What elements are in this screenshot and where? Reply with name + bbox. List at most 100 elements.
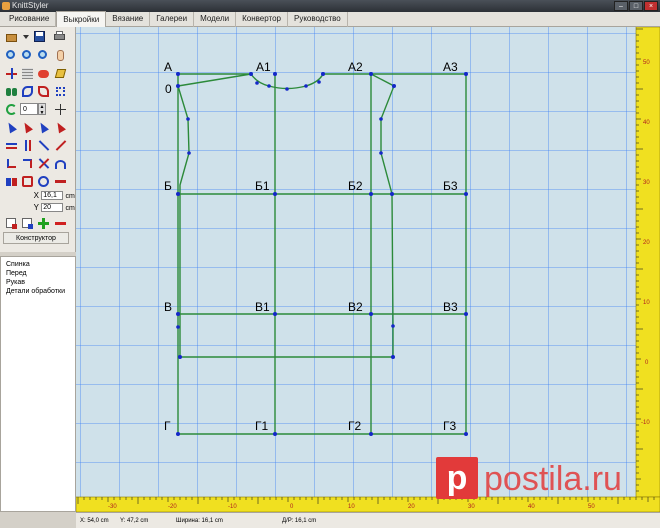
tab-patterns[interactable]: Выкройки: [56, 11, 107, 27]
list-item-front[interactable]: Перед: [6, 269, 70, 278]
split-icon[interactable]: [37, 157, 50, 170]
ruler-bottom-label: 40: [528, 504, 535, 510]
save-icon[interactable]: [33, 30, 46, 43]
select-node-icon[interactable]: [54, 120, 67, 134]
hand-pan-icon[interactable]: [54, 49, 67, 62]
point-neck-2[interactable]: [267, 84, 271, 88]
zoom-out-icon[interactable]: [21, 49, 34, 62]
maximize-button[interactable]: □: [629, 1, 643, 11]
tab-knitting[interactable]: Вязание: [106, 12, 151, 27]
fill-icon[interactable]: [37, 67, 50, 80]
measure-icon[interactable]: [54, 175, 67, 188]
add-icon[interactable]: [37, 217, 50, 230]
x-input[interactable]: 16,1: [41, 191, 64, 201]
grid-icon[interactable]: [21, 67, 34, 80]
line-vertical-icon[interactable]: [21, 139, 34, 152]
select-multi-icon[interactable]: [37, 120, 50, 134]
point-0[interactable]: [176, 84, 180, 88]
point-hem-left[interactable]: [178, 355, 182, 359]
point-armhole-1[interactable]: [186, 117, 190, 121]
point-neck-5[interactable]: [317, 80, 321, 84]
mirror-icon[interactable]: [5, 175, 18, 188]
point-v2[interactable]: [369, 312, 373, 316]
curve-points-icon[interactable]: [21, 85, 34, 98]
point-g3[interactable]: [464, 432, 468, 436]
point-g[interactable]: [176, 432, 180, 436]
tab-converter[interactable]: Конвертор: [236, 12, 288, 27]
point-armhole-4[interactable]: [379, 151, 383, 155]
open-icon[interactable]: [5, 30, 18, 43]
point-b3[interactable]: [464, 192, 468, 196]
point-neck-1[interactable]: [255, 81, 259, 85]
rotation-angle-field[interactable]: 0: [20, 103, 38, 115]
dropdown-arrow-icon[interactable]: [20, 30, 33, 43]
point-b2[interactable]: [369, 192, 373, 196]
point-v-side[interactable]: [391, 324, 395, 328]
list-item-finishing[interactable]: Детали обработки: [6, 287, 70, 296]
edit-part-icon[interactable]: [21, 217, 34, 230]
point-shoulder-right[interactable]: [392, 84, 396, 88]
shape-tool-icon[interactable]: [37, 175, 50, 188]
minimize-button[interactable]: –: [614, 1, 628, 11]
point-v1[interactable]: [273, 312, 277, 316]
zoom-in-icon[interactable]: [5, 49, 18, 62]
point-neck-4[interactable]: [304, 84, 308, 88]
point-hem-right[interactable]: [391, 355, 395, 359]
point-b[interactable]: [176, 192, 180, 196]
arc-icon[interactable]: [54, 157, 67, 170]
label-a: А: [164, 60, 172, 74]
rotate-icon[interactable]: [5, 103, 18, 116]
select-arrow-icon[interactable]: [5, 120, 18, 134]
eraser-icon[interactable]: [54, 67, 67, 80]
tab-galleries[interactable]: Галереи: [150, 12, 195, 27]
new-part-icon[interactable]: [5, 217, 18, 230]
label-g2: Г2: [348, 419, 361, 433]
label-g: Г: [164, 419, 171, 433]
point-g2[interactable]: [369, 432, 373, 436]
drawing-canvas[interactable]: А А1 А2 А3 0 Б Б1 Б2 Б3 В В1 В2 В3 Г Г1 …: [76, 27, 660, 512]
corner-icon[interactable]: [5, 157, 18, 170]
point-armhole-2[interactable]: [187, 151, 191, 155]
app-icon: [2, 2, 10, 10]
point-b-armhole[interactable]: [390, 192, 394, 196]
line-horizontal-icon[interactable]: [5, 139, 18, 152]
point-neck-start[interactable]: [249, 72, 253, 76]
y-input[interactable]: 20: [41, 203, 64, 213]
binoculars-icon[interactable]: [5, 85, 18, 98]
y-coordinate: Y 20 cm: [33, 203, 75, 213]
tab-guide[interactable]: Руководство: [288, 12, 348, 27]
point-v-lower[interactable]: [176, 325, 180, 329]
copy-shape-icon[interactable]: [21, 175, 34, 188]
point-neck-3[interactable]: [285, 87, 289, 91]
point-a3[interactable]: [464, 72, 468, 76]
status-length: Д/Р: 16,1 cm: [282, 518, 317, 524]
line-diagonal-alt-icon[interactable]: [54, 139, 67, 152]
zoom-fit-icon[interactable]: [37, 49, 50, 62]
point-v[interactable]: [176, 312, 180, 316]
point-armhole-3[interactable]: [379, 117, 383, 121]
node-icon[interactable]: [54, 85, 67, 98]
close-button[interactable]: ×: [644, 1, 658, 11]
angle-icon[interactable]: [21, 157, 34, 170]
ruler-right-label: 10: [643, 300, 650, 306]
tab-models[interactable]: Модели: [194, 12, 237, 27]
list-item-sleeve[interactable]: Рукав: [6, 278, 70, 287]
add-point-icon[interactable]: [5, 67, 18, 80]
constructor-button[interactable]: Конструктор: [3, 232, 69, 244]
point-neck-end[interactable]: [321, 72, 325, 76]
move-icon[interactable]: [54, 103, 67, 116]
select-red-icon[interactable]: [21, 120, 34, 134]
list-item-back[interactable]: Спинка: [6, 260, 70, 269]
point-a1[interactable]: [273, 72, 277, 76]
point-a[interactable]: [176, 72, 180, 76]
remove-icon[interactable]: [54, 217, 67, 230]
spin-buttons[interactable]: ▲ ▼: [38, 103, 46, 116]
point-v3[interactable]: [464, 312, 468, 316]
line-diagonal-icon[interactable]: [37, 139, 50, 152]
tab-drawing[interactable]: Рисование: [3, 12, 57, 27]
point-a2[interactable]: [369, 72, 373, 76]
point-g1[interactable]: [273, 432, 277, 436]
point-b1[interactable]: [273, 192, 277, 196]
curve-edit-icon[interactable]: [37, 85, 50, 98]
print-icon[interactable]: [53, 30, 66, 43]
